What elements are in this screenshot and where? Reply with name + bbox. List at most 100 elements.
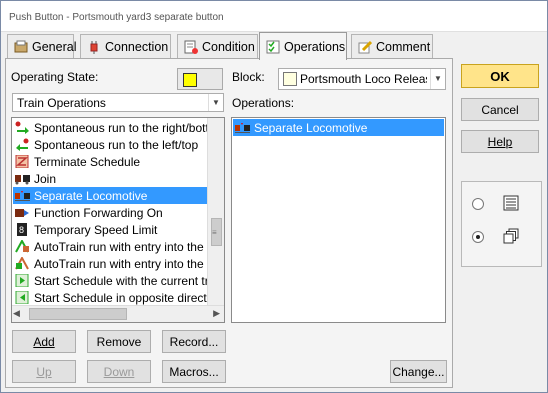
arrow-right-icon [15,121,30,134]
scroll-left-icon[interactable]: ◀ [13,308,20,319]
list-item[interactable]: Spontaneous run to the left/top [13,136,198,153]
list-view-radio[interactable] [472,198,484,210]
start-schedule-icon [15,273,30,288]
ok-button[interactable]: OK [461,64,539,88]
list-item-label: Separate Locomotive [254,120,368,135]
horizontal-scrollbar[interactable]: ◀ ▶ [12,305,224,322]
change-button[interactable]: Change... [390,360,447,383]
list-item[interactable]: Spontaneous run to the right/bottom [13,119,225,136]
change-button-label: Change... [392,364,445,379]
ok-button-label: OK [490,68,510,84]
block-value: Portsmouth Loco Release I [300,72,427,86]
tab-condition[interactable]: Condition [177,34,258,58]
add-button-label: Add [33,334,55,349]
list-item[interactable]: AutoTrain run with entry into the desti [13,238,225,255]
block-select[interactable]: Portsmouth Loco Release I ▼ [278,68,446,90]
block-color-swatch [283,72,297,86]
list-item-label: Separate Locomotive [34,188,148,203]
record-button-label: Record... [169,334,219,349]
list-item[interactable]: Start Schedule with the current train [13,272,225,289]
tab-connection[interactable]: Connection [80,34,171,58]
add-button[interactable]: Add [12,330,76,353]
state-color-button[interactable] [177,68,223,90]
remove-button-label: Remove [96,334,142,349]
state-color-swatch [183,73,197,87]
list-item-label: Temporary Speed Limit [34,222,158,237]
plug-icon [87,40,101,54]
separate-locomotive-icon [15,189,30,202]
cascade-view-radio[interactable] [472,231,484,243]
cascade-view-icon [503,228,519,247]
list-item-label: AutoTrain run with entry into the desti [34,256,225,271]
dialog-window: Push Button - Portsmouth yard3 separate … [0,0,548,393]
operating-state-select[interactable]: Train Operations ▼ [12,93,224,112]
tab-comment[interactable]: Comment [351,34,433,58]
list-item[interactable]: Terminate Schedule [13,153,140,170]
tab-comment-label: Comment [376,39,431,54]
macros-button-label: Macros... [169,364,219,379]
block-label: Block: [232,70,265,84]
svg-text:8: 8 [19,225,24,235]
record-button[interactable]: Record... [162,330,226,353]
list-item[interactable]: Join [13,170,56,187]
list-item[interactable]: Function Forwarding On [13,204,163,221]
tab-operations[interactable]: Operations [259,32,347,60]
list-item-label: Join [34,171,57,186]
speed-limit-icon: 8 [15,223,30,236]
view-mode-group [461,181,542,267]
up-button[interactable]: Up [12,360,76,383]
general-icon [14,40,28,54]
tab-general-label: General [32,39,77,54]
operation-type-list[interactable]: Spontaneous run to the right/bottom Spon… [11,117,225,323]
cancel-button-label: Cancel [481,102,519,117]
window-title: Push Button - Portsmouth yard3 separate … [9,12,224,23]
operations-icon [266,40,280,54]
chevron-down-icon: ▼ [430,69,445,89]
list-item-label: Function Forwarding On [34,205,163,220]
chevron-down-icon: ▼ [208,94,223,111]
up-button-label: Up [36,364,52,379]
list-item-selected[interactable]: Separate Locomotive [13,187,208,204]
title-bar: Push Button - Portsmouth yard3 separate … [1,1,547,32]
join-icon [15,172,30,185]
list-item-label: AutoTrain run with entry into the desti [34,239,225,254]
operations-list[interactable]: Separate Locomotive [231,117,446,323]
help-button[interactable]: Help [461,130,539,153]
start-schedule-icon [15,290,30,305]
list-item[interactable]: AutoTrain run with entry into the desti [13,255,225,272]
list-item-label: Spontaneous run to the left/top [34,137,199,152]
scroll-right-icon[interactable]: ▶ [213,308,220,319]
separate-locomotive-icon [235,121,250,134]
list-view-icon [503,195,519,214]
tab-general[interactable]: General [7,34,77,58]
list-item-label: Terminate Schedule [34,154,141,169]
list-item-selected[interactable]: Separate Locomotive [233,119,444,136]
operations-label: Operations: [232,96,295,110]
list-item-label: Start Schedule in opposite direction wit [34,290,225,305]
scroll-thumb[interactable] [29,308,127,320]
tab-condition-label: Condition [202,39,255,54]
autotrain-icon [15,255,30,270]
pencil-icon [358,40,373,54]
operating-state-value: Train Operations [17,96,106,110]
operating-state-label: Operating State: [11,70,99,84]
vertical-scrollbar[interactable]: ≡ [207,118,224,306]
tab-connection-label: Connection [105,39,169,54]
help-button-label: Help [487,134,513,149]
condition-icon [184,40,198,54]
cancel-button[interactable]: Cancel [461,98,539,121]
macros-button[interactable]: Macros... [162,360,226,383]
down-button-label: Down [103,364,135,379]
list-item[interactable]: Start Schedule in opposite direction wit [13,289,225,306]
autotrain-icon [15,238,30,253]
list-item-label: Start Schedule with the current train [34,273,225,288]
arrow-left-icon [15,138,30,151]
grip-icon: ≡ [212,228,217,237]
remove-button[interactable]: Remove [87,330,151,353]
tab-operations-label: Operations [284,39,346,54]
list-item[interactable]: 8 Temporary Speed Limit [13,221,157,238]
list-item-label: Spontaneous run to the right/bottom [34,120,225,135]
terminate-schedule-icon [15,154,30,169]
function-forwarding-icon [15,206,30,219]
down-button[interactable]: Down [87,360,151,383]
